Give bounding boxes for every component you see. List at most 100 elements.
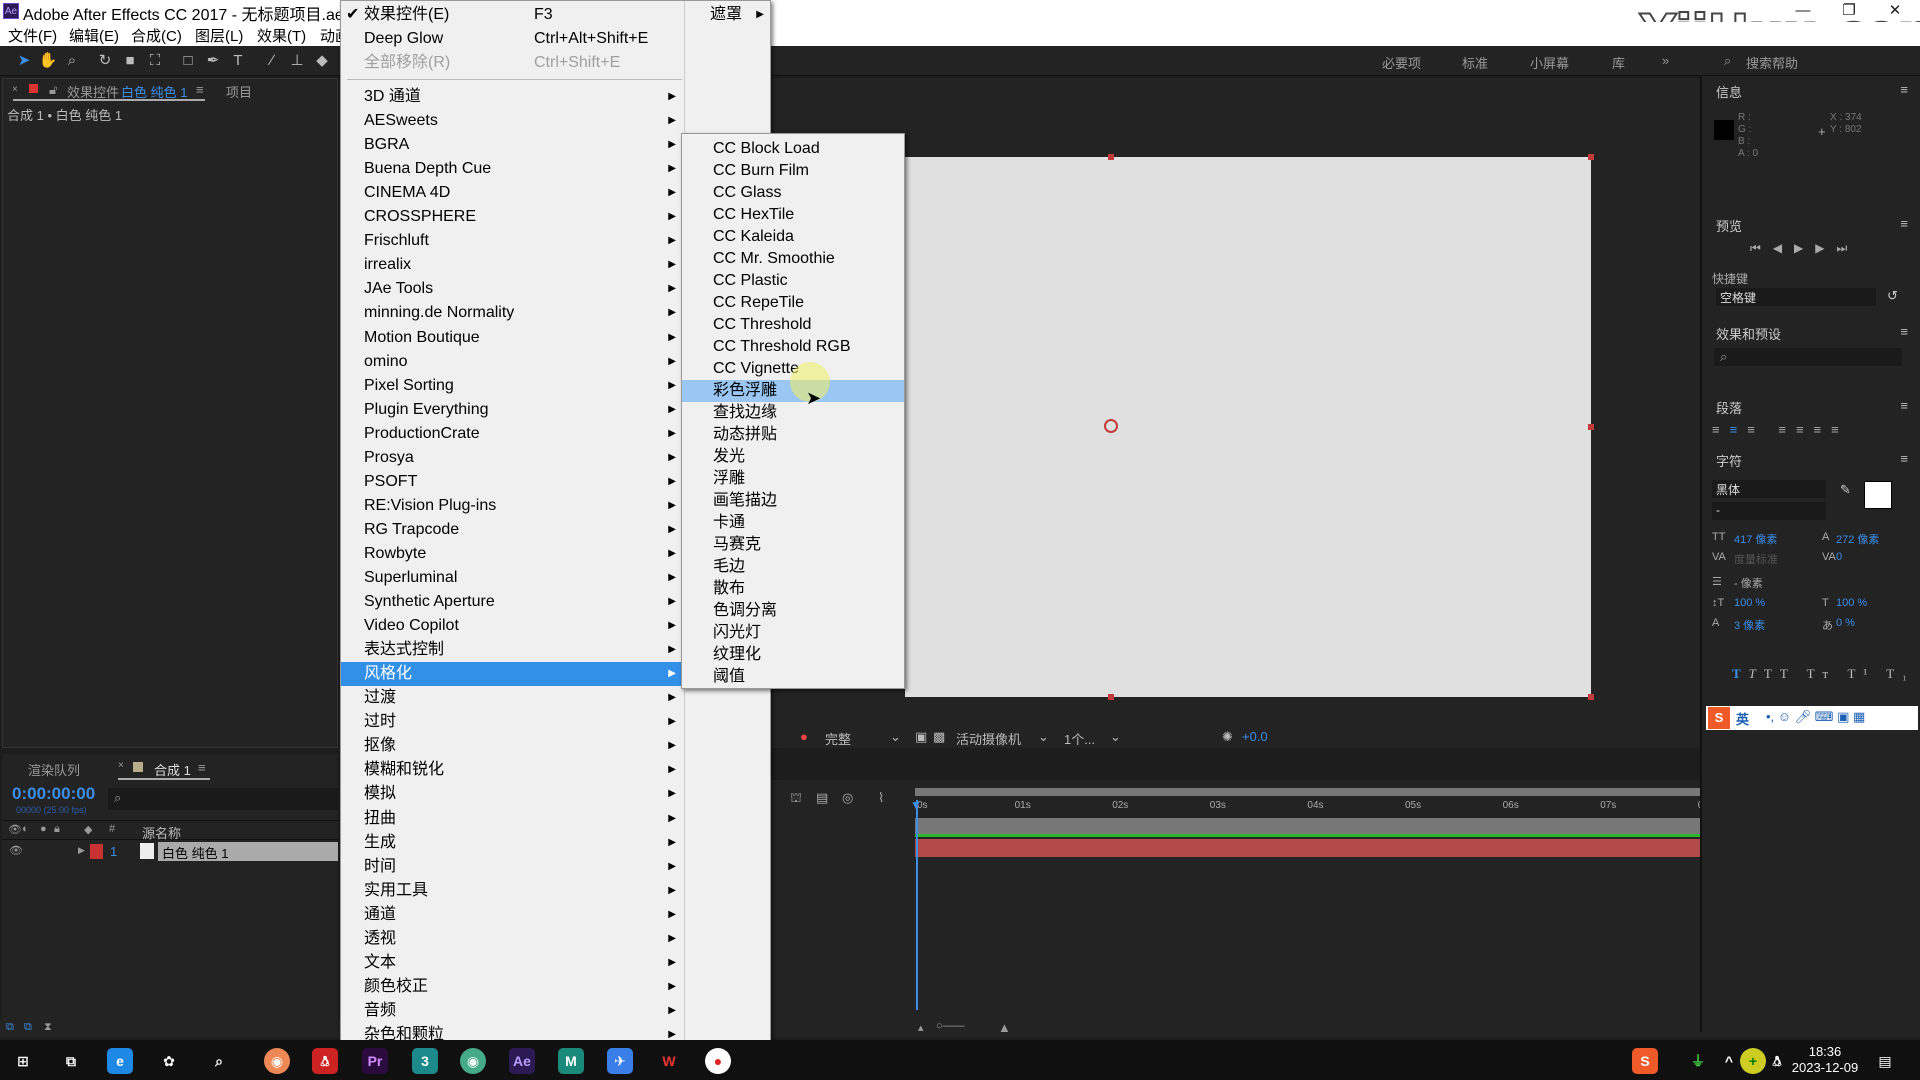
zoom-slider[interactable]: ○—— <box>936 1020 965 1032</box>
text-style-buttons[interactable]: TTTT Tт T¹ T₁ <box>1732 666 1915 682</box>
menu-item-category[interactable]: RG Trapcode ▶ <box>341 518 682 542</box>
start-button-icon[interactable]: ⊞ <box>10 1048 36 1074</box>
panel-menu-icon[interactable]: ≡ <box>1900 324 1908 339</box>
pan-behind-tool-icon[interactable]: ⛶ <box>145 51 165 71</box>
ime-tools-icons[interactable]: •, ☺ 🎤︎ ⌨ ▣ ▦ <box>1766 709 1865 725</box>
resolution-dropdown[interactable]: 完整 <box>825 729 851 748</box>
label-icon[interactable]: ◆ <box>84 823 92 836</box>
submenu-item[interactable]: 动态拼贴 <box>682 424 904 446</box>
exposure-icon[interactable]: ✺ <box>1222 729 1233 745</box>
transform-handle[interactable] <box>1588 154 1594 160</box>
camera-tool-icon[interactable]: ■ <box>120 51 140 71</box>
submenu-item[interactable]: CC Block Load <box>682 138 904 160</box>
transform-handle[interactable] <box>1588 424 1594 430</box>
composition-canvas[interactable] <box>905 154 1594 700</box>
submenu-item[interactable]: CC Burn Film <box>682 160 904 182</box>
qq-icon[interactable]: 🐧︎ <box>312 1048 338 1074</box>
submenu-item[interactable]: 散布 <box>682 578 904 600</box>
submenu-item[interactable]: 画笔描边 <box>682 490 904 512</box>
menu-item-category[interactable]: 抠像 ▶ <box>341 734 682 758</box>
more-workspaces-icon[interactable]: » <box>1662 53 1669 68</box>
menu-file[interactable]: 文件(F) <box>8 25 57 46</box>
vertical-scale-value[interactable]: 100 % <box>1734 597 1765 609</box>
menu-item-category[interactable]: Pixel Sorting ▶ <box>341 374 682 398</box>
clock[interactable]: 18:36 2023-12-09 <box>1790 1044 1860 1076</box>
first-frame-icon[interactable]: ⏮ <box>1750 241 1773 255</box>
layer-search-input[interactable]: ⌕ <box>108 788 338 810</box>
transform-handle[interactable] <box>1108 154 1114 160</box>
close-tab-icon[interactable]: × <box>12 84 18 95</box>
wps-icon[interactable]: W <box>656 1048 682 1074</box>
graph-editor-icon[interactable]: ⌇ <box>878 790 884 806</box>
menu-item-category[interactable]: 音频 ▶ <box>341 999 682 1023</box>
tab-render-queue[interactable]: 渲染队列 <box>28 760 80 779</box>
video-toggle-icon[interactable]: 👁︎ <box>8 823 22 836</box>
panel-menu-icon[interactable]: ≡ <box>1900 82 1908 97</box>
reset-icon[interactable]: ↺ <box>1887 288 1898 304</box>
toggle-in-out-icon[interactable]: ⧗ <box>44 1021 52 1034</box>
menu-item-category[interactable]: ProductionCrate ▶ <box>341 422 682 446</box>
solo-icon[interactable]: ● <box>40 823 47 835</box>
workspace-standard[interactable]: 标准 <box>1462 53 1488 72</box>
submenu-item[interactable]: 马赛克 <box>682 534 904 556</box>
menu-item-category[interactable]: Frischluft ▶ <box>341 229 682 253</box>
submenu-item[interactable]: 闪光灯 <box>682 622 904 644</box>
premiere-icon[interactable]: Pr <box>362 1048 388 1074</box>
horizontal-scale-value[interactable]: 100 % <box>1836 597 1867 609</box>
menu-item-category[interactable]: 透视 ▶ <box>341 927 682 951</box>
menu-item-category[interactable]: minning.de Normality ▶ <box>341 301 682 325</box>
submenu-item[interactable]: CC Threshold <box>682 314 904 336</box>
ime-lang[interactable]: 英 <box>1736 709 1749 728</box>
menu-item-category[interactable]: 实用工具 ▶ <box>341 879 682 903</box>
play-icon[interactable]: ▶ <box>1794 241 1815 255</box>
menu-item-category[interactable]: PSOFT ▶ <box>341 470 682 494</box>
region-of-interest-icon[interactable]: ▣ <box>915 729 927 745</box>
submenu-item[interactable]: CC Threshold RGB <box>682 336 904 358</box>
tray-plus-icon[interactable]: + <box>1740 1048 1766 1074</box>
menu-layer[interactable]: 图层(L) <box>195 25 243 46</box>
sogou-icon[interactable]: S <box>1708 707 1730 729</box>
qq-tray-icon[interactable]: 🐧︎ <box>1764 1048 1790 1074</box>
tab-project[interactable]: 项目 <box>226 82 252 101</box>
close-tab-icon[interactable]: × <box>118 760 124 771</box>
anchor-point-icon[interactable] <box>1104 419 1118 433</box>
ie-icon[interactable]: e <box>107 1048 133 1074</box>
font-style-dropdown[interactable]: - <box>1712 502 1826 520</box>
tab-comp-1[interactable]: 合成 1 <box>154 760 191 779</box>
menu-item-category[interactable]: 通道 ▶ <box>341 903 682 927</box>
feishu-icon[interactable]: ✈ <box>607 1048 633 1074</box>
transform-handle[interactable] <box>1108 694 1114 700</box>
layer-name[interactable]: 白色 纯色 1 <box>158 842 338 861</box>
menu-item-category[interactable]: CROSSPHERE ▶ <box>341 205 682 229</box>
pinwheel-app-icon[interactable]: ✿ <box>156 1048 182 1074</box>
menu-item-category[interactable]: 表达式控制 ▶ <box>341 638 682 662</box>
panel-menu-icon[interactable]: ≡ <box>1900 216 1908 231</box>
expand-arrow-icon[interactable]: ▶ <box>78 845 85 856</box>
audio-toggle-icon[interactable]: ◐ <box>22 823 29 835</box>
submenu-item[interactable]: 阈值 <box>682 666 904 688</box>
menu-item-category[interactable]: 过时 ▶ <box>341 710 682 734</box>
menu-composition[interactable]: 合成(C) <box>131 25 182 46</box>
zoom-tool-icon[interactable]: ⌕ <box>62 51 82 71</box>
menu-item-mask[interactable]: 遮罩 ▶ <box>684 3 770 27</box>
baseline-shift-value[interactable]: 3 像素 <box>1734 617 1765 633</box>
submenu-item[interactable]: CC Mr. Smoothie <box>682 248 904 270</box>
workspace-essentials[interactable]: 必要项 <box>1382 53 1421 72</box>
menu-edit[interactable]: 编辑(E) <box>69 25 119 46</box>
hand-tool-icon[interactable]: ✋ <box>38 51 58 71</box>
timecode[interactable]: 0:00:00:00 <box>12 784 95 804</box>
notifications-icon[interactable]: ▤ <box>1872 1048 1898 1074</box>
submenu-item[interactable]: 卡通 <box>682 512 904 534</box>
menu-item-category[interactable]: CINEMA 4D ▶ <box>341 181 682 205</box>
clone-stamp-tool-icon[interactable]: ⊥ <box>287 51 307 71</box>
menu-item-category[interactable]: Buena Depth Cue ▶ <box>341 157 682 181</box>
workspace-small-screen[interactable]: 小屏幕 <box>1530 53 1569 72</box>
stroke-width-value[interactable]: - 像素 <box>1734 575 1763 591</box>
submenu-item[interactable]: 查找边缘 <box>682 402 904 424</box>
menu-item-category[interactable]: 颜色校正 ▶ <box>341 975 682 999</box>
tracking-value[interactable]: 0 <box>1836 551 1842 563</box>
panel-menu-icon[interactable]: ≡ <box>1900 451 1908 466</box>
lock-icon[interactable]: 🔒︎ <box>54 823 60 836</box>
transparency-grid-icon[interactable]: ▩ <box>933 729 945 745</box>
menu-item-category[interactable]: 风格化 ▶ <box>341 662 682 687</box>
